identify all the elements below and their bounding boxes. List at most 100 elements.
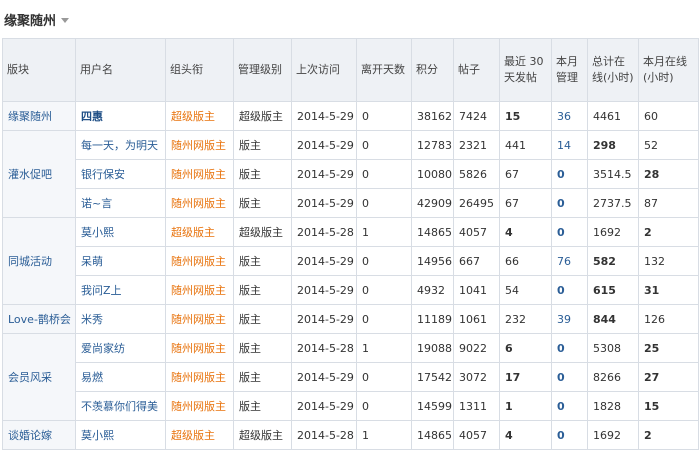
table-cell: 版主: [233, 362, 292, 392]
group-title: 超级版主: [165, 101, 234, 131]
table-cell: 超级版主: [233, 217, 292, 247]
table-cell: 0: [551, 362, 588, 392]
forum-section-link[interactable]: 同城活动: [2, 217, 76, 305]
table-row: 呆萌 随州网版主 版主 2014-5-29 0 14956 667 66 76 582 132: [3, 246, 699, 276]
username-link[interactable]: 易燃: [75, 362, 166, 392]
table-cell: 441: [499, 130, 552, 160]
table-cell: 54: [499, 275, 552, 305]
table-row: 我问Z上 随州网版主 版主 2014-5-29 0 4932 1041 54 0 615 31: [3, 275, 699, 305]
table-cell: 2014-5-28: [291, 420, 357, 450]
table-cell: 1061: [453, 304, 500, 334]
table-cell: 版主: [233, 159, 292, 189]
group-title: 随州网版主: [165, 362, 234, 392]
group-title: 随州网版主: [165, 130, 234, 160]
table-cell: 15: [499, 101, 552, 131]
username-link[interactable]: 诺~言: [75, 188, 166, 218]
username-link[interactable]: 四惠: [75, 101, 166, 131]
table-cell: 844: [587, 304, 639, 334]
table-cell: 版主: [233, 391, 292, 421]
table-cell: 667: [453, 246, 500, 276]
table-cell: 8266: [587, 362, 639, 392]
table-row: 缘聚随州 四惠 超级版主 超级版主 2014-5-29 0 38162 7424 15 36 446…: [2, 101, 699, 131]
table-cell: 9022: [453, 333, 500, 363]
table-cell: 14956: [411, 246, 454, 276]
table-cell: 1: [356, 217, 412, 247]
username-link[interactable]: 我问Z上: [75, 275, 166, 305]
username-link[interactable]: 莫小熙: [75, 217, 166, 247]
table-cell: 1692: [587, 420, 639, 450]
forum-section-link[interactable]: Love-鹊桥会: [2, 304, 76, 334]
table-cell: 1692: [587, 217, 639, 247]
table-cell: 0: [356, 304, 412, 334]
table-row: 诺~言 随州网版主 版主 2014-5-29 0 42909 26495 67 0 2737.5 8…: [3, 188, 699, 218]
table-cell: 0: [356, 246, 412, 276]
column-header: 积分: [411, 38, 454, 102]
group-title: 随州网版主: [165, 304, 234, 334]
username-link[interactable]: 呆萌: [75, 246, 166, 276]
group-title: 随州网版主: [165, 188, 234, 218]
table-cell: 14599: [411, 391, 454, 421]
group-title: 随州网版主: [165, 333, 234, 363]
table-cell: 1: [356, 333, 412, 363]
table-cell: 2014-5-29: [291, 188, 357, 218]
table-cell: 582: [587, 246, 639, 276]
table-cell: 版主: [233, 304, 292, 334]
table-cell: 0: [356, 391, 412, 421]
username-link[interactable]: 不羡慕你们得美: [75, 391, 166, 421]
chevron-down-icon[interactable]: [61, 17, 70, 23]
table-cell: 5308: [587, 333, 639, 363]
table-cell: 4057: [453, 217, 500, 247]
table-cell: 19088: [411, 333, 454, 363]
table-cell: 38162: [411, 101, 454, 131]
group-title: 随州网版主: [165, 159, 234, 189]
table-cell: 超级版主: [233, 101, 292, 131]
username-link[interactable]: 爱尚家纺: [75, 333, 166, 363]
table-cell: 17542: [411, 362, 454, 392]
forum-section-link[interactable]: 会员风采: [2, 333, 76, 421]
column-header: 本月在线(小时): [638, 38, 699, 102]
table-cell: 0: [551, 420, 588, 450]
table-cell: 12783: [411, 130, 454, 160]
page-title: 缘聚随州: [4, 13, 57, 29]
table-cell: 28: [638, 159, 699, 189]
table-cell: 2737.5: [587, 188, 639, 218]
table-cell: 7424: [453, 101, 500, 131]
column-header: 帖子: [453, 38, 500, 102]
table-cell: 42909: [411, 188, 454, 218]
table-cell: 2321: [453, 130, 500, 160]
username-link[interactable]: 米秀: [75, 304, 166, 334]
table-row: 不羡慕你们得美 随州网版主 版主 2014-5-29 0 14599 1311 1 0 1828 1…: [3, 391, 699, 421]
forum-section-link[interactable]: 灌水促吧: [2, 130, 76, 218]
table-cell: 4461: [587, 101, 639, 131]
table-cell: 87: [638, 188, 699, 218]
table-cell: 2014-5-29: [291, 275, 357, 305]
table-cell: 0: [356, 188, 412, 218]
group-title: 随州网版主: [165, 391, 234, 421]
table-cell: 2014-5-28: [291, 217, 357, 247]
table-cell: 4057: [453, 420, 500, 450]
table-cell: 1: [499, 391, 552, 421]
column-header: 最近 30 天发帖: [499, 38, 552, 102]
table-cell: 超级版主: [233, 420, 292, 450]
table-cell: 76: [551, 246, 588, 276]
table-cell: 4932: [411, 275, 454, 305]
table-cell: 0: [551, 391, 588, 421]
table-cell: 14865: [411, 217, 454, 247]
username-link[interactable]: 银行保安: [75, 159, 166, 189]
forum-section-link[interactable]: 谈婚论嫁: [2, 420, 76, 450]
table-cell: 6: [499, 333, 552, 363]
table-cell: 0: [356, 275, 412, 305]
username-link[interactable]: 每一天，为明天: [75, 130, 166, 160]
table-cell: 2014-5-29: [291, 246, 357, 276]
table-cell: 0: [356, 101, 412, 131]
forum-section-link[interactable]: 缘聚随州: [2, 101, 76, 131]
table-cell: 126: [638, 304, 699, 334]
table-cell: 1828: [587, 391, 639, 421]
username-link[interactable]: 莫小熙: [75, 420, 166, 450]
table-cell: 0: [551, 333, 588, 363]
column-header: 总计在线(小时): [587, 38, 639, 102]
table-cell: 0: [356, 362, 412, 392]
column-header: 离开天数: [356, 38, 412, 102]
table-cell: 232: [499, 304, 552, 334]
table-row: 灌水促吧 每一天，为明天 随州网版主 版主 2014-5-29 0 12783 2321 441…: [2, 130, 699, 218]
